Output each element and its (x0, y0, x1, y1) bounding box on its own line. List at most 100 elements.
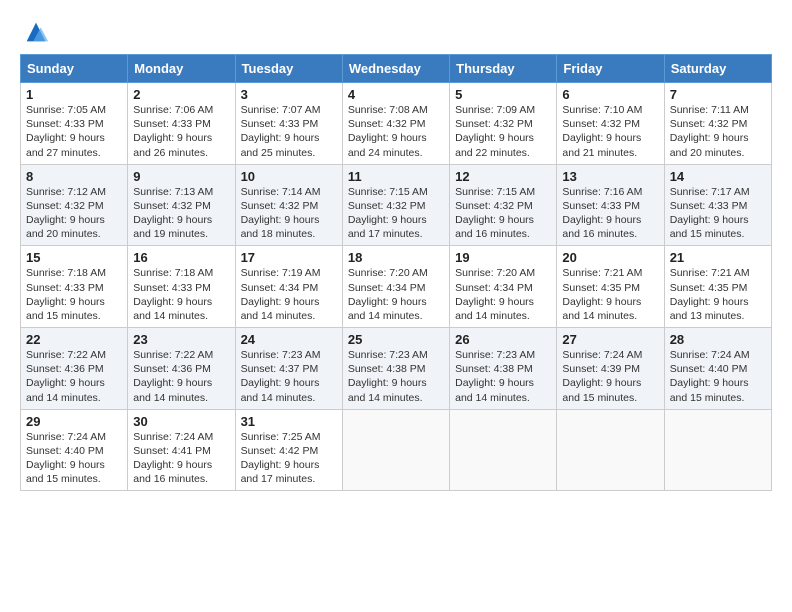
day-number: 30 (133, 414, 229, 429)
day-number: 6 (562, 87, 658, 102)
day-number: 22 (26, 332, 122, 347)
week-row-2: 8Sunrise: 7:12 AM Sunset: 4:32 PM Daylig… (21, 164, 772, 246)
day-info: Sunrise: 7:18 AM Sunset: 4:33 PM Dayligh… (26, 266, 122, 323)
calendar-cell: 17Sunrise: 7:19 AM Sunset: 4:34 PM Dayli… (235, 246, 342, 328)
calendar-cell: 6Sunrise: 7:10 AM Sunset: 4:32 PM Daylig… (557, 83, 664, 165)
day-number: 18 (348, 250, 444, 265)
logo (20, 18, 50, 46)
calendar-table: SundayMondayTuesdayWednesdayThursdayFrid… (20, 54, 772, 491)
calendar-cell: 8Sunrise: 7:12 AM Sunset: 4:32 PM Daylig… (21, 164, 128, 246)
day-info: Sunrise: 7:10 AM Sunset: 4:32 PM Dayligh… (562, 103, 658, 160)
day-info: Sunrise: 7:20 AM Sunset: 4:34 PM Dayligh… (348, 266, 444, 323)
calendar-cell: 20Sunrise: 7:21 AM Sunset: 4:35 PM Dayli… (557, 246, 664, 328)
day-number: 19 (455, 250, 551, 265)
day-number: 9 (133, 169, 229, 184)
day-info: Sunrise: 7:22 AM Sunset: 4:36 PM Dayligh… (133, 348, 229, 405)
day-number: 28 (670, 332, 766, 347)
day-number: 13 (562, 169, 658, 184)
day-info: Sunrise: 7:23 AM Sunset: 4:37 PM Dayligh… (241, 348, 337, 405)
week-row-5: 29Sunrise: 7:24 AM Sunset: 4:40 PM Dayli… (21, 409, 772, 491)
calendar-cell: 18Sunrise: 7:20 AM Sunset: 4:34 PM Dayli… (342, 246, 449, 328)
calendar-cell: 24Sunrise: 7:23 AM Sunset: 4:37 PM Dayli… (235, 328, 342, 410)
calendar-cell: 29Sunrise: 7:24 AM Sunset: 4:40 PM Dayli… (21, 409, 128, 491)
day-number: 7 (670, 87, 766, 102)
calendar-cell (557, 409, 664, 491)
day-info: Sunrise: 7:25 AM Sunset: 4:42 PM Dayligh… (241, 430, 337, 487)
weekday-header-monday: Monday (128, 55, 235, 83)
day-info: Sunrise: 7:21 AM Sunset: 4:35 PM Dayligh… (562, 266, 658, 323)
day-info: Sunrise: 7:06 AM Sunset: 4:33 PM Dayligh… (133, 103, 229, 160)
day-number: 20 (562, 250, 658, 265)
calendar-cell: 1Sunrise: 7:05 AM Sunset: 4:33 PM Daylig… (21, 83, 128, 165)
logo-icon (22, 18, 50, 46)
day-number: 10 (241, 169, 337, 184)
day-number: 26 (455, 332, 551, 347)
calendar-cell: 12Sunrise: 7:15 AM Sunset: 4:32 PM Dayli… (450, 164, 557, 246)
day-number: 12 (455, 169, 551, 184)
calendar-cell: 10Sunrise: 7:14 AM Sunset: 4:32 PM Dayli… (235, 164, 342, 246)
week-row-1: 1Sunrise: 7:05 AM Sunset: 4:33 PM Daylig… (21, 83, 772, 165)
day-number: 11 (348, 169, 444, 184)
calendar-cell: 5Sunrise: 7:09 AM Sunset: 4:32 PM Daylig… (450, 83, 557, 165)
day-number: 14 (670, 169, 766, 184)
calendar-cell: 23Sunrise: 7:22 AM Sunset: 4:36 PM Dayli… (128, 328, 235, 410)
day-number: 27 (562, 332, 658, 347)
day-info: Sunrise: 7:23 AM Sunset: 4:38 PM Dayligh… (455, 348, 551, 405)
day-info: Sunrise: 7:14 AM Sunset: 4:32 PM Dayligh… (241, 185, 337, 242)
calendar-cell: 25Sunrise: 7:23 AM Sunset: 4:38 PM Dayli… (342, 328, 449, 410)
day-number: 8 (26, 169, 122, 184)
calendar-cell (664, 409, 771, 491)
day-number: 29 (26, 414, 122, 429)
calendar-cell: 4Sunrise: 7:08 AM Sunset: 4:32 PM Daylig… (342, 83, 449, 165)
day-number: 31 (241, 414, 337, 429)
day-number: 1 (26, 87, 122, 102)
calendar-cell: 9Sunrise: 7:13 AM Sunset: 4:32 PM Daylig… (128, 164, 235, 246)
calendar-cell: 13Sunrise: 7:16 AM Sunset: 4:33 PM Dayli… (557, 164, 664, 246)
day-info: Sunrise: 7:11 AM Sunset: 4:32 PM Dayligh… (670, 103, 766, 160)
day-number: 4 (348, 87, 444, 102)
weekday-header-saturday: Saturday (664, 55, 771, 83)
calendar-cell: 19Sunrise: 7:20 AM Sunset: 4:34 PM Dayli… (450, 246, 557, 328)
calendar-cell: 28Sunrise: 7:24 AM Sunset: 4:40 PM Dayli… (664, 328, 771, 410)
day-info: Sunrise: 7:05 AM Sunset: 4:33 PM Dayligh… (26, 103, 122, 160)
day-info: Sunrise: 7:12 AM Sunset: 4:32 PM Dayligh… (26, 185, 122, 242)
calendar-cell: 11Sunrise: 7:15 AM Sunset: 4:32 PM Dayli… (342, 164, 449, 246)
calendar-cell: 14Sunrise: 7:17 AM Sunset: 4:33 PM Dayli… (664, 164, 771, 246)
header (20, 18, 772, 46)
week-row-4: 22 Sunrise: 7:22 AM Sunset: 4:36 PM Dayli… (21, 328, 772, 410)
day-info: Sunrise: 7:21 AM Sunset: 4:35 PM Dayligh… (670, 266, 766, 323)
day-info: Sunrise: 7:08 AM Sunset: 4:32 PM Dayligh… (348, 103, 444, 160)
day-number: 23 (133, 332, 229, 347)
day-number: 21 (670, 250, 766, 265)
day-number: 3 (241, 87, 337, 102)
day-number: 15 (26, 250, 122, 265)
calendar-cell: 27Sunrise: 7:24 AM Sunset: 4:39 PM Dayli… (557, 328, 664, 410)
calendar-cell: 15Sunrise: 7:18 AM Sunset: 4:33 PM Dayli… (21, 246, 128, 328)
day-info: Sunrise: 7:17 AM Sunset: 4:33 PM Dayligh… (670, 185, 766, 242)
weekday-header-tuesday: Tuesday (235, 55, 342, 83)
day-info: Sunrise: 7:15 AM Sunset: 4:32 PM Dayligh… (455, 185, 551, 242)
day-info: Sunrise: 7:23 AM Sunset: 4:38 PM Dayligh… (348, 348, 444, 405)
calendar-cell: 30Sunrise: 7:24 AM Sunset: 4:41 PM Dayli… (128, 409, 235, 491)
weekday-header-row: SundayMondayTuesdayWednesdayThursdayFrid… (21, 55, 772, 83)
day-info: Sunrise: 7:24 AM Sunset: 4:41 PM Dayligh… (133, 430, 229, 487)
day-number: 2 (133, 87, 229, 102)
calendar-cell: 2Sunrise: 7:06 AM Sunset: 4:33 PM Daylig… (128, 83, 235, 165)
weekday-header-sunday: Sunday (21, 55, 128, 83)
day-info: Sunrise: 7:16 AM Sunset: 4:33 PM Dayligh… (562, 185, 658, 242)
day-info: Sunrise: 7:13 AM Sunset: 4:32 PM Dayligh… (133, 185, 229, 242)
weekday-header-wednesday: Wednesday (342, 55, 449, 83)
page: SundayMondayTuesdayWednesdayThursdayFrid… (0, 0, 792, 501)
day-info: Sunrise: 7:09 AM Sunset: 4:32 PM Dayligh… (455, 103, 551, 160)
day-info: Sunrise: 7:19 AM Sunset: 4:34 PM Dayligh… (241, 266, 337, 323)
calendar-cell: 26Sunrise: 7:23 AM Sunset: 4:38 PM Dayli… (450, 328, 557, 410)
day-info: Sunrise: 7:24 AM Sunset: 4:40 PM Dayligh… (670, 348, 766, 405)
weekday-header-friday: Friday (557, 55, 664, 83)
day-info: Sunrise: 7:18 AM Sunset: 4:33 PM Dayligh… (133, 266, 229, 323)
calendar-cell (450, 409, 557, 491)
day-info: Sunrise: 7:20 AM Sunset: 4:34 PM Dayligh… (455, 266, 551, 323)
week-row-3: 15Sunrise: 7:18 AM Sunset: 4:33 PM Dayli… (21, 246, 772, 328)
day-info: Sunrise: 7:24 AM Sunset: 4:40 PM Dayligh… (26, 430, 122, 487)
calendar-cell: 3Sunrise: 7:07 AM Sunset: 4:33 PM Daylig… (235, 83, 342, 165)
calendar-cell: 16Sunrise: 7:18 AM Sunset: 4:33 PM Dayli… (128, 246, 235, 328)
